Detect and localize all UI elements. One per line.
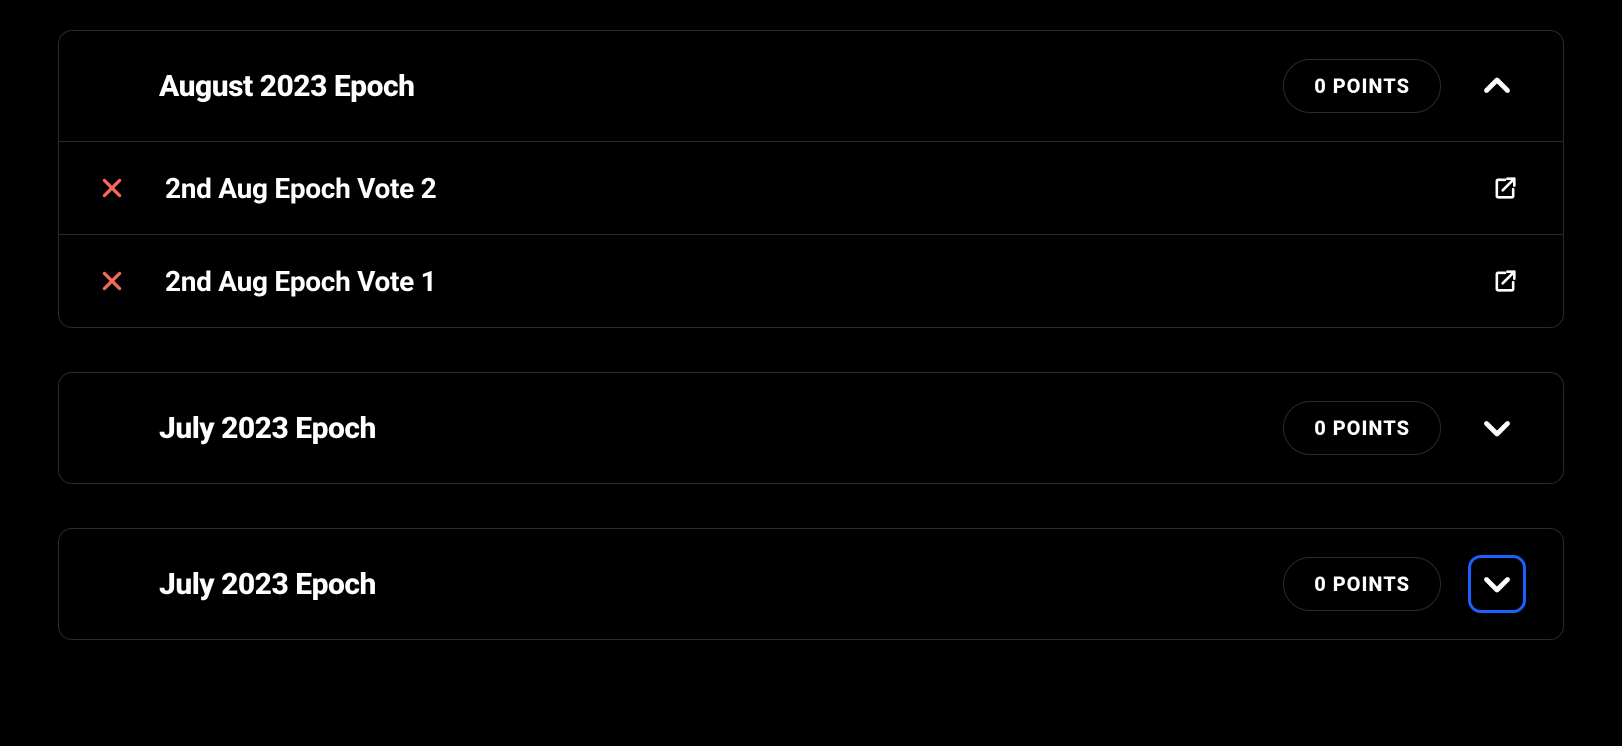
vote-label: 2nd Aug Epoch Vote 1 — [165, 265, 436, 298]
epoch-header-right: 0 POINTS — [1283, 401, 1523, 455]
chevron-down-icon — [1479, 410, 1515, 446]
x-icon — [99, 175, 125, 201]
epoch-title: July 2023 Epoch — [159, 411, 376, 446]
open-external-button[interactable] — [1487, 170, 1523, 206]
chevron-down-icon — [1479, 566, 1515, 602]
vote-row-left: 2nd Aug Epoch Vote 1 — [99, 265, 436, 298]
epoch-title: August 2023 Epoch — [159, 69, 414, 104]
epoch-title: July 2023 Epoch — [159, 567, 376, 602]
points-badge: 0 POINTS — [1283, 59, 1441, 113]
epoch-group: July 2023 Epoch 0 POINTS — [58, 372, 1564, 484]
epoch-header[interactable]: July 2023 Epoch 0 POINTS — [59, 529, 1563, 639]
expand-button[interactable] — [1471, 558, 1523, 610]
collapse-button[interactable] — [1471, 60, 1523, 112]
external-link-icon — [1491, 267, 1519, 295]
vote-label: 2nd Aug Epoch Vote 2 — [165, 172, 436, 205]
vote-row: 2nd Aug Epoch Vote 2 — [59, 141, 1563, 234]
epoch-group: August 2023 Epoch 0 POINTS 2nd Aug Epoch… — [58, 30, 1564, 328]
points-badge: 0 POINTS — [1283, 401, 1441, 455]
external-link-icon — [1491, 174, 1519, 202]
x-icon — [99, 268, 125, 294]
epoch-header[interactable]: August 2023 Epoch 0 POINTS — [59, 31, 1563, 141]
expand-button[interactable] — [1471, 402, 1523, 454]
open-external-button[interactable] — [1487, 263, 1523, 299]
epoch-header-right: 0 POINTS — [1283, 557, 1523, 611]
chevron-up-icon — [1479, 68, 1515, 104]
vote-row-left: 2nd Aug Epoch Vote 2 — [99, 172, 436, 205]
points-badge: 0 POINTS — [1283, 557, 1441, 611]
epoch-group: July 2023 Epoch 0 POINTS — [58, 528, 1564, 640]
epoch-header[interactable]: July 2023 Epoch 0 POINTS — [59, 373, 1563, 483]
epoch-header-right: 0 POINTS — [1283, 59, 1523, 113]
vote-row: 2nd Aug Epoch Vote 1 — [59, 234, 1563, 327]
